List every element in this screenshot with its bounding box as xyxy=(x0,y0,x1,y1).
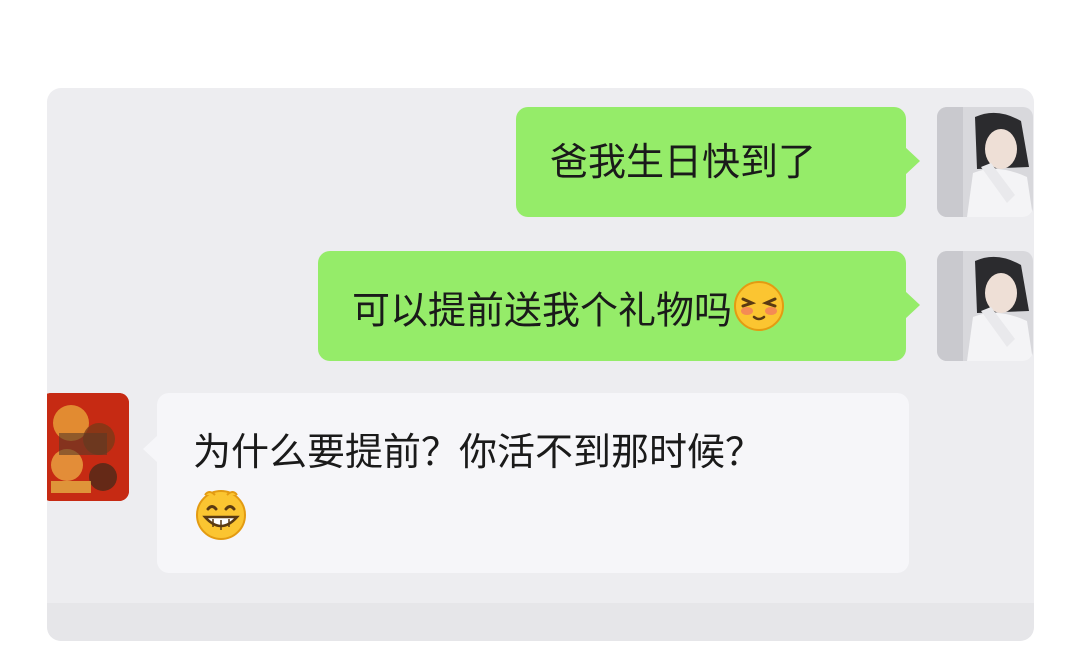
message-text: 为什么要提前？你活不到那时候？ xyxy=(193,430,764,474)
grinning-face-icon xyxy=(193,485,249,555)
user-avatar-photo xyxy=(937,251,1033,361)
chat-panel: 爸我生日快到了 可以提前送我个礼物吗 为什么要提前？你活不到那时候？ xyxy=(47,88,1034,641)
message-bubble-incoming[interactable]: 为什么要提前？你活不到那时候？ xyxy=(143,393,909,573)
contact-avatar[interactable] xyxy=(47,393,129,501)
message-bubble-outgoing[interactable]: 可以提前送我个礼物吗 xyxy=(318,251,920,361)
message-bubble-outgoing[interactable]: 爸我生日快到了 xyxy=(516,107,920,217)
message-text: 爸我生日快到了 xyxy=(550,140,817,184)
message-text: 可以提前送我个礼物吗 xyxy=(352,288,733,333)
bubble-tail xyxy=(905,291,920,319)
bubble-tail xyxy=(905,147,920,175)
bubble-tail xyxy=(143,435,158,463)
user-avatar[interactable] xyxy=(937,251,1033,361)
input-area-strip xyxy=(47,603,1034,641)
user-avatar[interactable] xyxy=(937,107,1033,217)
user-avatar-photo xyxy=(937,107,1033,217)
shy-blushing-face-icon xyxy=(732,279,786,347)
contact-avatar-photo xyxy=(47,393,129,501)
